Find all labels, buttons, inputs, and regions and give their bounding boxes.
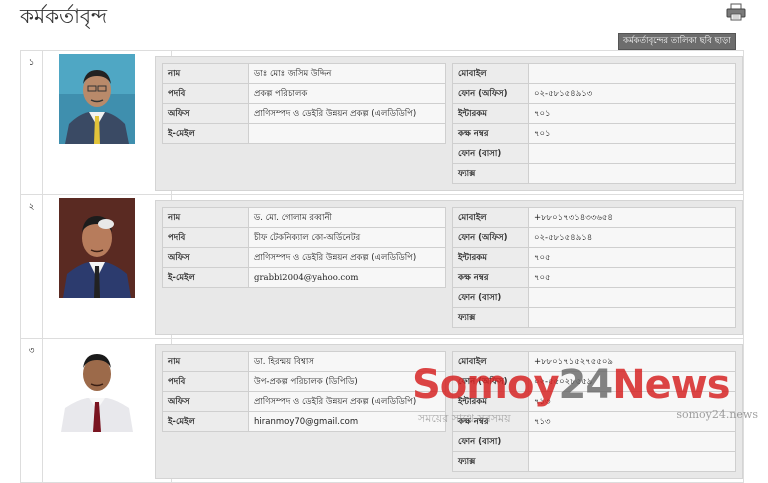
room-label: কক্ষ নম্বর	[452, 123, 529, 144]
photo-cell	[43, 195, 172, 338]
officer-photo	[59, 54, 135, 144]
email-label: ই-মেইল	[162, 411, 249, 432]
name-value: ডাঃ মোঃ জসিম উদ্দিন	[248, 63, 446, 84]
mobile-value: +৮৮০১৭৩১৪৩৩৬৫৪	[528, 207, 736, 228]
serial-number: ২	[21, 195, 43, 338]
name-label: নাম	[162, 63, 249, 84]
office-label: অফিস	[162, 103, 249, 124]
designation-value: প্রকল্প পরিচালক	[248, 83, 446, 104]
officer-details: নাম ডাঃ মোঃ জসিম উদ্দিন পদবি প্রকল্প পরিচা…	[155, 56, 743, 191]
watermark-logo: Somoy24News	[412, 362, 731, 408]
phone-home-label: ফোন (বাসা)	[452, 431, 529, 452]
intercom-value: ৭০১	[528, 103, 736, 124]
watermark-url: somoy24.news	[676, 408, 758, 421]
officer-photo	[59, 342, 135, 432]
officer-row: ২ নাম ড. মো. গোলাম রব্বানী পদবি চীফ টেকনিক…	[20, 194, 744, 338]
room-value: ৭০১	[528, 123, 736, 144]
officer-info-table: নাম ডা. হিরন্ময় বিশ্বাস পদবি উপ-প্রকল্প প…	[162, 351, 446, 432]
intercom-label: ইন্টারকম	[452, 103, 529, 124]
name-value: ড. মো. গোলাম রব্বানী	[248, 207, 446, 228]
phone-home-label: ফোন (বাসা)	[452, 143, 529, 164]
photo-cell	[43, 51, 172, 194]
fax-value	[528, 307, 736, 328]
designation-label: পদবি	[162, 83, 249, 104]
room-value: ৭০৫	[528, 267, 736, 288]
photo-cell	[43, 339, 172, 482]
page-title: কর্মকর্তাবৃন্দ	[20, 4, 108, 28]
phone-office-label: ফোন (অফিস)	[452, 83, 529, 104]
officer-details: নাম ড. মো. গোলাম রব্বানী পদবি চীফ টেকনিক্য…	[155, 200, 743, 335]
officer-contact-table: মোবাইল +৮৮০১৭৩১৪৩৩৬৫৪ ফোন (অফিস) ০২-৫৮১৫৪৯…	[452, 207, 736, 328]
email-label: ই-মেইল	[162, 267, 249, 288]
mobile-label: মোবাইল	[452, 63, 529, 84]
office-value: প্রাণিসম্পদ ও ডেইরি উন্নয়ন প্রকল্প (এলড…	[248, 103, 446, 124]
designation-label: পদবি	[162, 371, 249, 392]
fax-value	[528, 451, 736, 472]
room-label: কক্ষ নম্বর	[452, 267, 529, 288]
fax-value	[528, 163, 736, 184]
office-value: প্রাণিসম্পদ ও ডেইরি উন্নয়ন প্রকল্প (এলড…	[248, 247, 446, 268]
phone-home-label: ফোন (বাসা)	[452, 287, 529, 308]
list-without-photos-button[interactable]: কর্মকর্তাবৃন্দের তালিকা ছবি ছাড়া	[618, 33, 736, 50]
designation-label: পদবি	[162, 227, 249, 248]
email-value[interactable]: grabbi2004@yahoo.com	[248, 267, 446, 288]
phone-office-value: ০২-৫৮১৫৪৯১৩	[528, 83, 736, 104]
serial-number: ১	[21, 51, 43, 194]
mobile-label: মোবাইল	[452, 207, 529, 228]
name-label: নাম	[162, 351, 249, 372]
intercom-value: ৭০৫	[528, 247, 736, 268]
mobile-value	[528, 63, 736, 84]
phone-office-value: ০২-৫৮১৫৪৯১৪	[528, 227, 736, 248]
watermark-logo-mid: 24	[558, 362, 614, 408]
fax-label: ফ্যাক্স	[452, 163, 529, 184]
watermark: Somoy24News সময়ের সাথে সবসময় somoy24.n…	[412, 362, 768, 432]
office-label: অফিস	[162, 247, 249, 268]
email-value[interactable]	[248, 123, 446, 144]
phone-home-value	[528, 287, 736, 308]
phone-home-value	[528, 143, 736, 164]
officer-info-table: নাম ড. মো. গোলাম রব্বানী পদবি চীফ টেকনিক্য…	[162, 207, 446, 288]
officer-info-table: নাম ডাঃ মোঃ জসিম উদ্দিন পদবি প্রকল্প পরিচা…	[162, 63, 446, 144]
officer-contact-table: মোবাইল ফোন (অফিস) ০২-৫৮১৫৪৯১৩ ইন্টারকম ৭০১…	[452, 63, 736, 184]
fax-label: ফ্যাক্স	[452, 307, 529, 328]
watermark-tagline: সময়ের সাথে সবসময়	[418, 412, 511, 425]
designation-value: চীফ টেকনিক্যাল কো-অর্ডিনেটর	[248, 227, 446, 248]
office-label: অফিস	[162, 391, 249, 412]
phone-office-label: ফোন (অফিস)	[452, 227, 529, 248]
officer-row: ১ নাম ডাঃ মোঃ জসিম উদ্দিন পদবি প্রকল্প পরি…	[20, 50, 744, 194]
printer-icon[interactable]	[726, 3, 746, 21]
watermark-logo-right: News	[612, 362, 730, 408]
officer-photo	[59, 198, 135, 298]
intercom-label: ইন্টারকম	[452, 247, 529, 268]
name-label: নাম	[162, 207, 249, 228]
email-label: ই-মেইল	[162, 123, 249, 144]
serial-number: ৩	[21, 339, 43, 482]
fax-label: ফ্যাক্স	[452, 451, 529, 472]
watermark-logo-left: Somoy	[412, 362, 560, 408]
phone-home-value	[528, 431, 736, 452]
